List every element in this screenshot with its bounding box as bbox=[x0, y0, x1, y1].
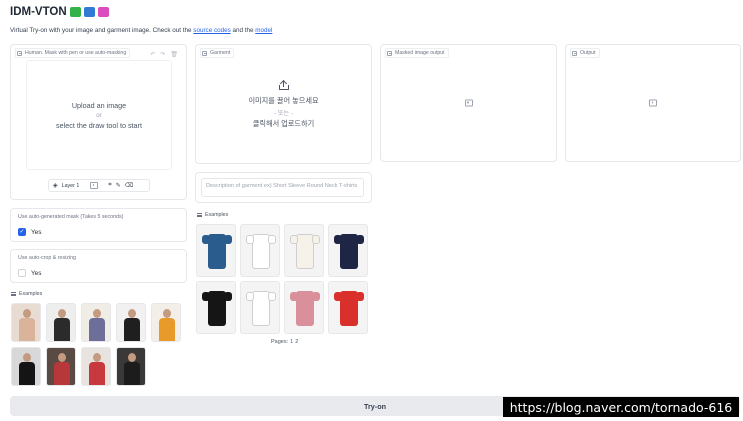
examples-label-text: Examples bbox=[19, 291, 43, 297]
masked-image-output: Masked image output bbox=[380, 44, 557, 162]
garment-example-colorblock-top[interactable] bbox=[328, 224, 368, 277]
human-example-woman-tshirt-print[interactable] bbox=[81, 303, 111, 342]
subtitle-text: and the bbox=[230, 27, 256, 34]
editor-toolbar: ↶ ↷ 🗑 bbox=[150, 51, 178, 58]
image-icon bbox=[572, 50, 577, 56]
human-example-man-leather-jacket[interactable] bbox=[11, 347, 41, 386]
app-description: Virtual Try-on with your image and garme… bbox=[10, 27, 272, 34]
shirt-emoji-icon bbox=[97, 7, 109, 17]
human-example-woman-beige-top[interactable] bbox=[11, 303, 41, 342]
human-examples-label: Examples bbox=[11, 291, 42, 297]
upload-secondary: 클릭해서 업로드하기 bbox=[252, 119, 315, 128]
garment-example-pink-polo-dress[interactable] bbox=[284, 281, 324, 334]
undo-icon[interactable]: ↶ bbox=[150, 51, 155, 58]
garment-example-white-tank-top[interactable] bbox=[284, 224, 324, 277]
app-title-text: IDM-VTON bbox=[10, 6, 67, 18]
layers-icon[interactable]: ◈ bbox=[53, 182, 58, 189]
upload-prompt: Upload an image bbox=[71, 100, 127, 110]
masked-panel-label: Masked image output bbox=[385, 48, 449, 58]
garment-example-red-tie-blouse[interactable] bbox=[328, 281, 368, 334]
list-icon bbox=[197, 213, 202, 217]
garment-example-black-graphic-tee[interactable] bbox=[196, 281, 236, 334]
auto-crop-checkbox[interactable] bbox=[18, 269, 26, 277]
garment-example-minnie-tshirt[interactable] bbox=[240, 224, 280, 277]
subtitle-text: Virtual Try-on with your image and garme… bbox=[10, 27, 194, 34]
auto-crop-checkbox-row[interactable]: Yes bbox=[18, 269, 41, 277]
crop-icon[interactable]: ⌗ bbox=[108, 182, 111, 189]
image-icon bbox=[387, 50, 392, 56]
auto-crop-group: Use auto-crop & resizing Yes bbox=[10, 249, 187, 283]
garment-example-white-print-tee[interactable] bbox=[240, 281, 280, 334]
upload-secondary: select the draw tool to start bbox=[56, 120, 142, 130]
output-panel-label: Output bbox=[570, 48, 600, 58]
page-1-link[interactable]: 1 bbox=[290, 339, 293, 345]
human-panel-label-text: Human. Mask with pen or use auto-masking bbox=[25, 50, 127, 56]
examples-label-text: Examples bbox=[205, 212, 229, 218]
layer-label[interactable]: Layer 1 bbox=[62, 183, 80, 189]
page-2-link[interactable]: 2 bbox=[295, 339, 298, 345]
pages-label: Pages: bbox=[271, 339, 289, 345]
shirt-emoji-icon bbox=[69, 7, 81, 17]
human-panel-label: Human. Mask with pen or use auto-masking bbox=[15, 48, 131, 58]
output-image: Output bbox=[565, 44, 741, 162]
app-title: IDM-VTON bbox=[10, 6, 109, 18]
redo-icon[interactable]: ↷ bbox=[160, 51, 165, 58]
upload-or: or bbox=[96, 111, 102, 119]
garment-panel-label-text: Garment bbox=[210, 50, 231, 56]
list-icon bbox=[11, 292, 16, 296]
human-example-man-black-tshirt[interactable] bbox=[116, 303, 146, 342]
auto-crop-option: Yes bbox=[31, 269, 42, 277]
garment-upload-area[interactable]: 이미지를 끌어 놓으세요 - 또는 - 클릭해서 업로드하기 bbox=[197, 70, 370, 140]
upload-or: - 또는 - bbox=[274, 110, 293, 117]
model-link[interactable]: model bbox=[255, 27, 272, 34]
garment-panel-label: Garment bbox=[200, 48, 235, 58]
garment-examples-label: Examples bbox=[197, 212, 228, 218]
human-example-woman-orange-top[interactable] bbox=[151, 303, 181, 342]
garment-example-blue-wrap-top[interactable] bbox=[196, 224, 236, 277]
image-placeholder-icon bbox=[649, 99, 657, 107]
image-icon bbox=[17, 50, 22, 56]
output-panel-label-text: Output bbox=[580, 50, 596, 56]
auto-crop-label: Use auto-crop & resizing bbox=[18, 255, 76, 261]
image-upload-icon[interactable] bbox=[90, 182, 99, 189]
human-image-editor: Human. Mask with pen or use auto-masking… bbox=[10, 44, 187, 200]
auto-mask-option: Yes bbox=[31, 228, 42, 236]
watermark-url: https://blog.naver.com/tornado-616 bbox=[503, 397, 739, 417]
image-icon bbox=[202, 50, 207, 56]
examples-pagination: Pages: 1 2 bbox=[271, 339, 298, 345]
garment-description-input[interactable]: Description of garment ex) Short Sleeve … bbox=[201, 178, 364, 197]
auto-mask-checkbox-row[interactable]: ✓ Yes bbox=[18, 228, 41, 236]
auto-mask-group: Use auto-generated mask (Takes 5 seconds… bbox=[10, 208, 187, 242]
trash-icon[interactable]: 🗑 bbox=[170, 51, 178, 58]
upload-prompt: 이미지를 끌어 놓으세요 bbox=[248, 96, 319, 105]
image-placeholder-icon bbox=[464, 99, 473, 107]
source-codes-link[interactable]: source codes bbox=[193, 27, 230, 34]
auto-mask-label: Use auto-generated mask (Takes 5 seconds… bbox=[18, 214, 124, 220]
human-example-man-red-shirt[interactable] bbox=[46, 347, 76, 386]
auto-mask-checkbox[interactable]: ✓ bbox=[18, 228, 26, 236]
masked-panel-label-text: Masked image output bbox=[395, 50, 445, 56]
garment-upload-panel[interactable]: Garment 이미지를 끌어 놓으세요 - 또는 - 클릭해서 업로드하기 bbox=[195, 44, 372, 164]
shirt-emoji-icon bbox=[83, 7, 95, 17]
eraser-icon[interactable]: ⌫ bbox=[125, 182, 133, 189]
human-upload-area[interactable]: Upload an image or select the draw tool … bbox=[26, 60, 172, 170]
upload-icon bbox=[278, 80, 289, 90]
human-example-woman-red-dress[interactable] bbox=[81, 347, 111, 386]
human-example-man-dark-suit[interactable] bbox=[116, 347, 146, 386]
brush-icon[interactable]: ✎ bbox=[116, 182, 121, 189]
layer-toolbar: ◈ Layer 1 ⌗ ✎ ⌫ bbox=[48, 179, 150, 192]
human-example-woman-black-top[interactable] bbox=[46, 303, 76, 342]
